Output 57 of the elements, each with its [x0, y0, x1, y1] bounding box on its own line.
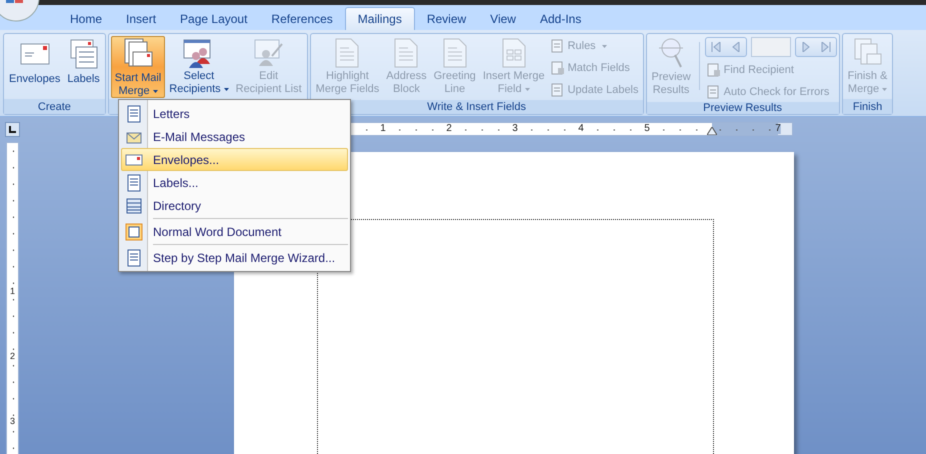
caret-icon: [602, 44, 607, 48]
document-icon: [335, 38, 360, 68]
menu-item[interactable]: Envelopes...: [121, 148, 348, 171]
previous-record-icon: [732, 42, 740, 52]
ribbon-tab[interactable]: Mailings: [344, 7, 415, 30]
ribbon-button[interactable]: Select Recipients: [166, 36, 232, 98]
list-edit-icon: [254, 38, 284, 68]
merge-icon: [852, 38, 883, 68]
ribbon-tab[interactable]: Home: [58, 8, 114, 30]
ribbon-tab[interactable]: Add-Ins: [528, 8, 594, 30]
caret-icon: [524, 88, 530, 91]
ruler-number: 5: [644, 124, 650, 134]
letter-icon: [125, 104, 143, 122]
field-icon: [550, 83, 565, 97]
ruler-number: 4: [578, 124, 584, 134]
group-label: Preview Results: [646, 102, 839, 114]
record-nav-first-previous[interactable]: [704, 37, 747, 57]
envelope-icon: [20, 43, 50, 65]
tab-selector-button[interactable]: [5, 122, 20, 136]
next-record-icon: [802, 42, 810, 52]
ribbon-tab[interactable]: Review: [414, 8, 478, 30]
menu-item[interactable]: Directory: [121, 194, 348, 217]
menu-item[interactable]: Step by Step Mail Merge Wizard...: [121, 246, 348, 269]
menu-item[interactable]: Labels...: [121, 171, 348, 194]
menu-item[interactable]: E-Mail Messages: [121, 125, 348, 148]
group-label: Finish: [842, 99, 892, 114]
ribbon-button[interactable]: Envelopes: [6, 36, 64, 98]
record-nav-next-last[interactable]: [794, 37, 837, 57]
caret-icon: [152, 90, 158, 93]
ruler-number: 1: [10, 286, 15, 298]
ribbon-tab[interactable]: References: [259, 8, 345, 30]
caret-icon: [224, 88, 229, 91]
ribbon-button[interactable]: Start Mail Merge: [110, 36, 166, 98]
ribbon-tab[interactable]: Insert: [114, 8, 168, 30]
directory-icon: [125, 196, 143, 214]
first-record-icon: [710, 42, 721, 52]
ribbon-button[interactable]: Labels: [64, 36, 103, 98]
ruler-number: 2: [446, 124, 452, 134]
left-tab-icon: [9, 126, 16, 132]
field-icon: [550, 39, 565, 53]
ribbon-tab[interactable]: View: [478, 8, 528, 30]
field-icon: [706, 63, 721, 77]
ruler-number: 3: [10, 416, 15, 428]
group-label: Create: [4, 99, 105, 114]
ruler-number: 2: [10, 351, 15, 363]
field-icon: [550, 61, 565, 75]
last-record-icon: [820, 42, 831, 52]
field-grid-icon: [502, 38, 526, 68]
caret-icon: [882, 88, 888, 91]
field-icon: [706, 85, 721, 99]
ribbon-tab[interactable]: Page Layout: [168, 8, 260, 30]
menu-item[interactable]: Normal Word Document: [121, 220, 348, 243]
ruler-number: 3: [512, 124, 518, 134]
document-icon: [394, 38, 418, 68]
ruler-number: 1: [380, 124, 386, 134]
document-icon: [442, 38, 467, 68]
ruler-number: 7: [775, 124, 781, 134]
